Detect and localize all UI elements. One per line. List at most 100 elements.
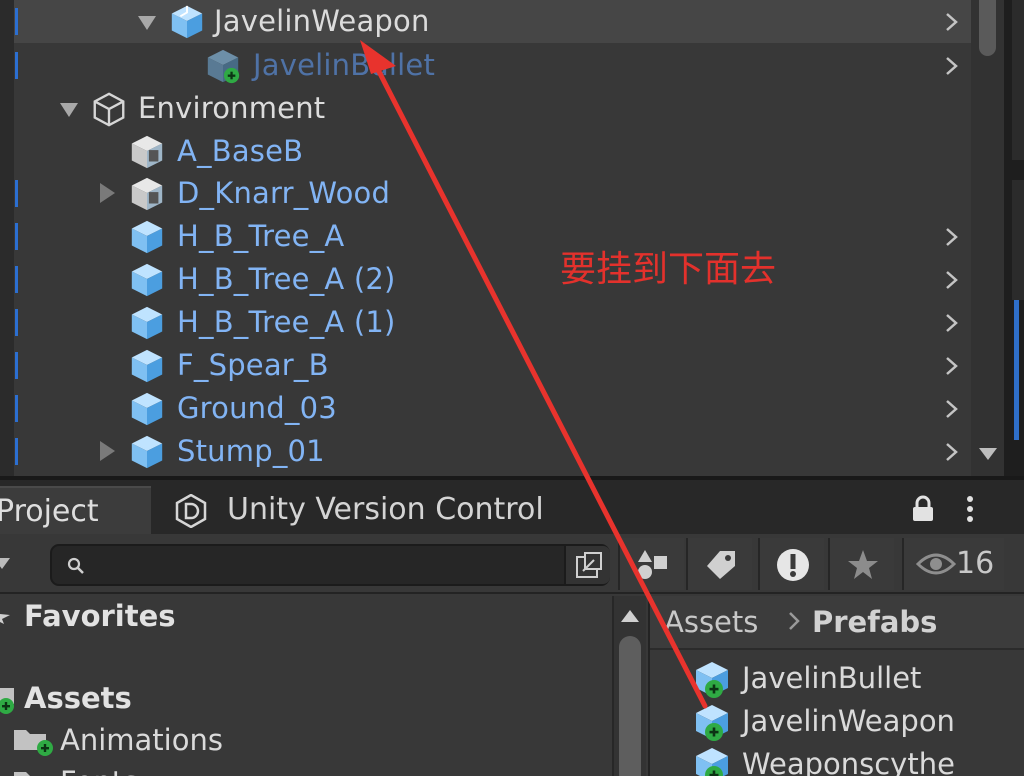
- project-toolbar: 16: [0, 534, 1024, 594]
- chevron-right-icon[interactable]: [940, 398, 962, 420]
- asset-item-weaponscythe[interactable]: Weaponscythe: [650, 742, 1024, 776]
- hierarchy-item-javelinweapon[interactable]: JavelinWeapon: [14, 0, 971, 43]
- search-by-type-button[interactable]: [618, 538, 684, 590]
- edge-segment: [1012, 180, 1024, 300]
- prefab-model-icon: [131, 135, 163, 169]
- eye-icon: [916, 553, 956, 575]
- chevron-right-icon[interactable]: [940, 312, 962, 334]
- scroll-down-arrow-icon[interactable]: [979, 448, 997, 460]
- prefab-added-icon: [696, 748, 728, 776]
- prefab-override-mark: [15, 309, 18, 336]
- search-icon: [67, 557, 84, 574]
- folder-tree: Favorites Assets Animations Fonts: [0, 596, 612, 776]
- prefab-cube-icon: [131, 220, 163, 254]
- prefab-override-mark: [15, 352, 18, 379]
- prefab-override-mark: [15, 180, 18, 207]
- scroll-up-arrow-icon[interactable]: [621, 610, 639, 622]
- tab-bar: Project Unity Version Control: [0, 480, 1024, 534]
- prefab-override-mark: [15, 52, 18, 79]
- search-popout-button[interactable]: [564, 546, 610, 584]
- hierarchy-item-a-baseb[interactable]: A_BaseB: [14, 130, 971, 173]
- favorites-label: Favorites: [24, 599, 176, 633]
- asset-list-pane: Assets Prefabs JavelinBullet JavelinWeap…: [648, 596, 1024, 776]
- search-by-importlog-button[interactable]: [758, 538, 824, 590]
- tab-project[interactable]: Project: [0, 486, 151, 534]
- scrollbar-thumb[interactable]: [619, 636, 641, 776]
- gameobject-cube-icon: [93, 92, 125, 127]
- breadcrumb-assets[interactable]: Assets: [664, 600, 758, 644]
- hierarchy-item-h-b-tree-a-2[interactable]: H_B_Tree_A (2): [14, 258, 971, 301]
- asset-item-javelinweapon[interactable]: JavelinWeapon: [650, 699, 1024, 743]
- search-by-label-button[interactable]: [686, 538, 752, 590]
- hierarchy-panel: JavelinWeapon JavelinBullet Environment: [0, 0, 1024, 476]
- favorite-search-button[interactable]: [828, 538, 894, 590]
- version-control-icon: [175, 494, 207, 528]
- hierarchy-gutter: [0, 0, 14, 476]
- hierarchy-item-h-b-tree-a-1[interactable]: H_B_Tree_A (1): [14, 301, 971, 344]
- folder-icon: [14, 772, 46, 776]
- more-options-icon[interactable]: [960, 494, 980, 524]
- prefab-cube-icon: [131, 349, 163, 383]
- annotation-note: 要挂到下面去: [560, 249, 777, 290]
- hierarchy-item-label: F_Spear_B: [177, 348, 329, 382]
- hierarchy-item-javelinbullet[interactable]: JavelinBullet: [14, 44, 971, 87]
- star-icon: [848, 550, 878, 579]
- prefab-override-mark: [15, 223, 18, 250]
- folder-label: Animations: [60, 723, 223, 757]
- collapse-arrow-icon[interactable]: [138, 16, 156, 30]
- prefab-cube-icon: [131, 392, 163, 426]
- assets-label: Assets: [24, 681, 132, 715]
- hierarchy-item-environment[interactable]: Environment: [14, 87, 971, 130]
- chevron-right-icon[interactable]: [940, 441, 962, 463]
- folder-tree-scrollbar[interactable]: [612, 596, 646, 776]
- prefab-cube-icon: [131, 435, 163, 469]
- hidden-packages-count: 16: [956, 546, 995, 581]
- prefab-cube-icon: [131, 306, 163, 340]
- hierarchy-item-stump-01[interactable]: Stump_01: [14, 430, 971, 473]
- tab-label: Unity Version Control: [227, 492, 544, 527]
- hierarchy-item-label: JavelinBullet: [253, 48, 436, 82]
- chevron-right-icon[interactable]: [940, 11, 962, 33]
- shapes-icon: [638, 550, 667, 579]
- hierarchy-item-label: JavelinWeapon: [214, 4, 430, 38]
- collapse-arrow-icon[interactable]: [60, 103, 78, 117]
- hierarchy-item-label: Environment: [138, 91, 326, 125]
- asset-name: Weaponscythe: [742, 747, 955, 776]
- create-dropdown-caret-icon[interactable]: [0, 558, 10, 569]
- prefab-added-icon: [207, 49, 240, 84]
- hierarchy-item-d-knarr-wood[interactable]: D_Knarr_Wood: [14, 172, 971, 215]
- hierarchy-item-ground-03[interactable]: Ground_03: [14, 387, 971, 430]
- folder-added-icon: [14, 730, 53, 756]
- chevron-right-icon[interactable]: [940, 355, 962, 377]
- folder-added-icon: [0, 688, 14, 714]
- hierarchy-item-f-spear-b[interactable]: F_Spear_B: [14, 344, 971, 387]
- search-field[interactable]: [50, 544, 610, 586]
- warning-icon: [777, 549, 809, 581]
- hierarchy-item-h-b-tree-a[interactable]: H_B_Tree_A: [14, 215, 971, 258]
- favorites-star-icon: [0, 614, 10, 624]
- side-panel-edge: [1004, 0, 1024, 476]
- chevron-right-icon[interactable]: [940, 269, 962, 291]
- hidden-packages-toggle[interactable]: 16: [902, 538, 1004, 590]
- prefab-cube-icon: [171, 5, 203, 39]
- prefab-override-mark: [15, 395, 18, 422]
- scrollbar-thumb[interactable]: [979, 0, 996, 56]
- hierarchy-item-label: D_Knarr_Wood: [177, 176, 391, 210]
- hierarchy-scrollbar[interactable]: [971, 0, 1004, 476]
- chevron-right-icon[interactable]: [940, 226, 962, 248]
- prefab-added-icon: [696, 662, 728, 698]
- hierarchy-item-label: Stump_01: [177, 434, 325, 468]
- edge-segment: [1012, 0, 1024, 160]
- hierarchy-item-label: Ground_03: [177, 391, 337, 425]
- search-input[interactable]: [102, 550, 552, 582]
- breadcrumb-separator-icon: [789, 612, 800, 630]
- prefab-override-mark: [15, 266, 18, 293]
- tab-unity-version-control[interactable]: Unity Version Control: [152, 486, 612, 534]
- lock-icon[interactable]: [910, 494, 936, 524]
- breadcrumb-prefabs[interactable]: Prefabs: [812, 600, 937, 644]
- asset-item-javelinbullet[interactable]: JavelinBullet: [650, 656, 1024, 700]
- expand-arrow-icon[interactable]: [100, 441, 115, 461]
- expand-arrow-icon[interactable]: [100, 183, 115, 203]
- chevron-right-icon[interactable]: [940, 55, 962, 77]
- asset-name: JavelinWeapon: [742, 704, 955, 738]
